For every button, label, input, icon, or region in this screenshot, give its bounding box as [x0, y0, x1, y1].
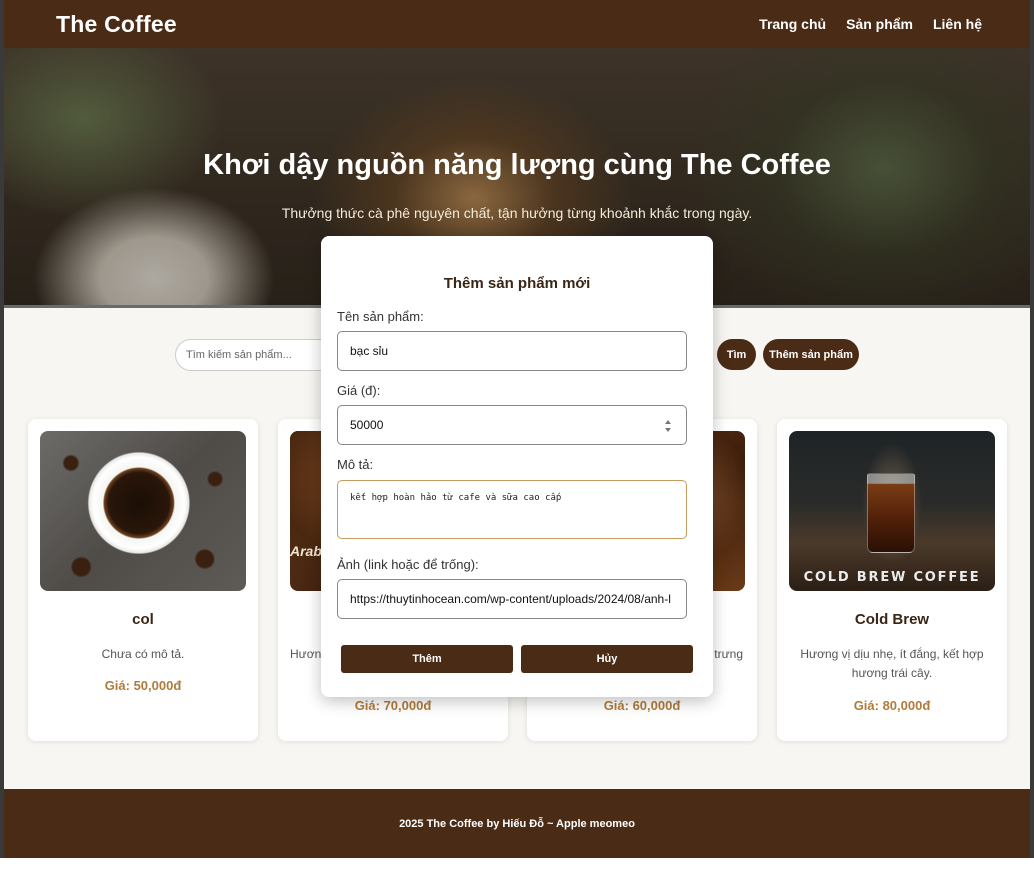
description-label: Mô tả:	[337, 457, 374, 472]
product-card[interactable]: COLD BREW COFFEE Cold Brew Hương vị dịu …	[777, 419, 1007, 741]
nav-links: Trang chủ Sản phẩm Liên hệ	[759, 16, 982, 32]
nav-link-home[interactable]: Trang chủ	[759, 16, 826, 32]
product-image-text: Arab	[290, 543, 322, 559]
price-value: 50000	[350, 418, 384, 432]
product-description: Hương vị dịu nhẹ, ít đắng, kết hợp hương…	[800, 647, 984, 680]
product-price: Giá: 70,000đ	[354, 698, 432, 713]
product-name: col	[132, 611, 154, 628]
footer-text: 2025 The Coffee by Hiếu Đỗ ~ Apple meome…	[399, 817, 635, 830]
nav-link-contact[interactable]: Liên hệ	[933, 16, 982, 32]
footer: 2025 The Coffee by Hiếu Đỗ ~ Apple meome…	[4, 789, 1030, 858]
product-image	[40, 431, 246, 591]
product-name-label: Tên sản phẩm:	[337, 309, 424, 324]
product-image-text: COLD BREW COFFEE	[803, 570, 981, 585]
product-price: Giá: 80,000đ	[853, 698, 931, 713]
image-url-input[interactable]: https://thuytinhocean.com/wp-content/upl…	[337, 579, 687, 619]
description-value: kết hợp hoàn hảo từ cafe và sữa cao cấp	[350, 493, 562, 503]
cancel-button[interactable]: Hủy	[521, 645, 693, 673]
price-input[interactable]: 50000	[337, 405, 687, 445]
product-name-value: bạc sỉu	[350, 344, 389, 358]
hero-subtitle: Thưởng thức cà phê nguyên chất, tận hưởn…	[281, 205, 753, 221]
submit-button[interactable]: Thêm	[341, 645, 513, 673]
product-price: Giá: 60,000đ	[603, 698, 681, 713]
search-button[interactable]: Tìm	[717, 339, 756, 370]
product-name-input[interactable]: bạc sỉu	[337, 331, 687, 371]
nav-link-products[interactable]: Sản phẩm	[846, 16, 913, 32]
image-label: Ảnh (link hoặc để trống):	[337, 557, 479, 572]
price-label: Giá (đ):	[337, 383, 381, 398]
image-url-value: https://thuytinhocean.com/wp-content/upl…	[350, 592, 671, 606]
brand-logo[interactable]: The Coffee	[56, 11, 177, 38]
description-textarea[interactable]: kết hợp hoàn hảo từ cafe và sữa cao cấp	[337, 480, 687, 539]
product-price: Giá: 50,000đ	[104, 678, 182, 693]
add-product-modal: Thêm sản phẩm mới Tên sản phẩm: bạc sỉu …	[321, 236, 713, 697]
product-image: COLD BREW COFFEE	[789, 431, 995, 591]
navbar: The Coffee Trang chủ Sản phẩm Liên hệ	[4, 0, 1030, 48]
modal-title: Thêm sản phẩm mới	[443, 275, 591, 292]
hero-title: Khơi dậy nguồn năng lượng cùng The Coffe…	[203, 149, 831, 181]
product-description: Chưa có mô tả.	[101, 647, 185, 661]
add-product-button[interactable]: Thêm sản phẩm	[763, 339, 859, 370]
number-spinner-icon[interactable]	[664, 419, 672, 433]
bottom-strip	[0, 858, 1034, 870]
product-name: Cold Brew	[854, 611, 930, 628]
product-card[interactable]: col Chưa có mô tả. Giá: 50,000đ	[28, 419, 258, 741]
